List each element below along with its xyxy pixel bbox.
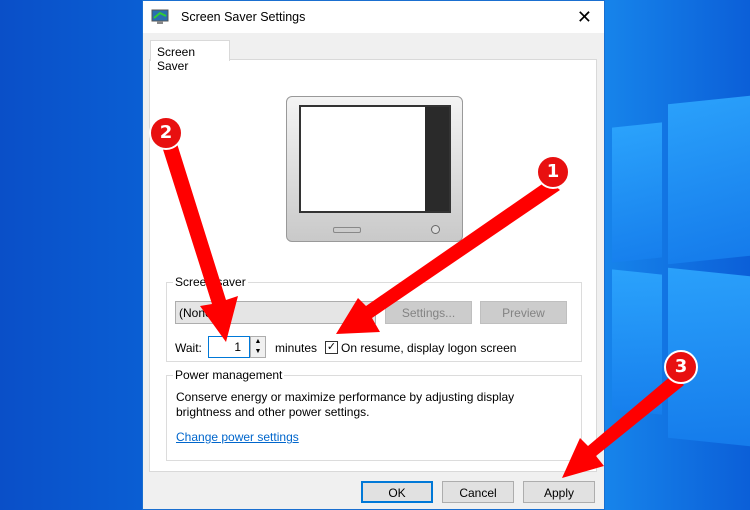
monitor-button <box>333 227 361 233</box>
windows-logo-pane <box>612 122 662 263</box>
annotation-badge-1: 1 <box>536 155 570 189</box>
power-description: Conserve energy or maximize performance … <box>176 390 515 419</box>
cancel-button[interactable]: Cancel <box>442 481 514 503</box>
tab-panel: Screen saver (None) Settings... Preview … <box>149 59 597 472</box>
minutes-label: minutes <box>275 341 318 355</box>
wait-input[interactable]: 1 <box>208 336 250 358</box>
dialog-title: Screen Saver Settings <box>181 10 306 24</box>
monitor-preview <box>286 96 463 242</box>
power-group-label: Power management <box>175 368 283 382</box>
power-management-group: Power management Conserve energy or maxi… <box>166 368 582 461</box>
resume-checkbox[interactable]: ✓ <box>325 341 338 354</box>
change-power-settings-link[interactable]: Change power settings <box>176 430 299 444</box>
tab-screen-saver[interactable]: Screen Saver <box>150 40 230 73</box>
wait-label: Wait: <box>175 341 202 355</box>
resume-label[interactable]: On resume, display logon screen <box>341 341 516 355</box>
monitor-power-led <box>431 225 440 234</box>
preview-button[interactable]: Preview <box>480 301 567 324</box>
screen-saver-dialog: Screen Saver Settings ✕ Screen Saver Scr… <box>142 0 605 510</box>
screen-saver-select[interactable]: (None) <box>175 301 376 324</box>
preview-screen <box>299 105 451 213</box>
apply-button[interactable]: Apply <box>523 481 595 503</box>
monitor-app-icon <box>151 9 169 24</box>
title-bar: Screen Saver Settings ✕ <box>143 1 604 33</box>
annotation-badge-2: 2 <box>149 116 183 150</box>
windows-logo-pane <box>668 95 750 265</box>
screen-saver-group: Screen saver (None) Settings... Preview … <box>166 275 582 362</box>
annotation-badge-3: 3 <box>664 350 698 384</box>
close-icon[interactable]: ✕ <box>577 7 592 28</box>
windows-logo-pane <box>612 269 662 415</box>
wait-stepper[interactable]: ▲ ▼ <box>250 336 266 358</box>
screen-saver-group-label: Screen saver <box>175 275 246 289</box>
settings-button[interactable]: Settings... <box>385 301 472 324</box>
ok-button[interactable]: OK <box>361 481 433 503</box>
